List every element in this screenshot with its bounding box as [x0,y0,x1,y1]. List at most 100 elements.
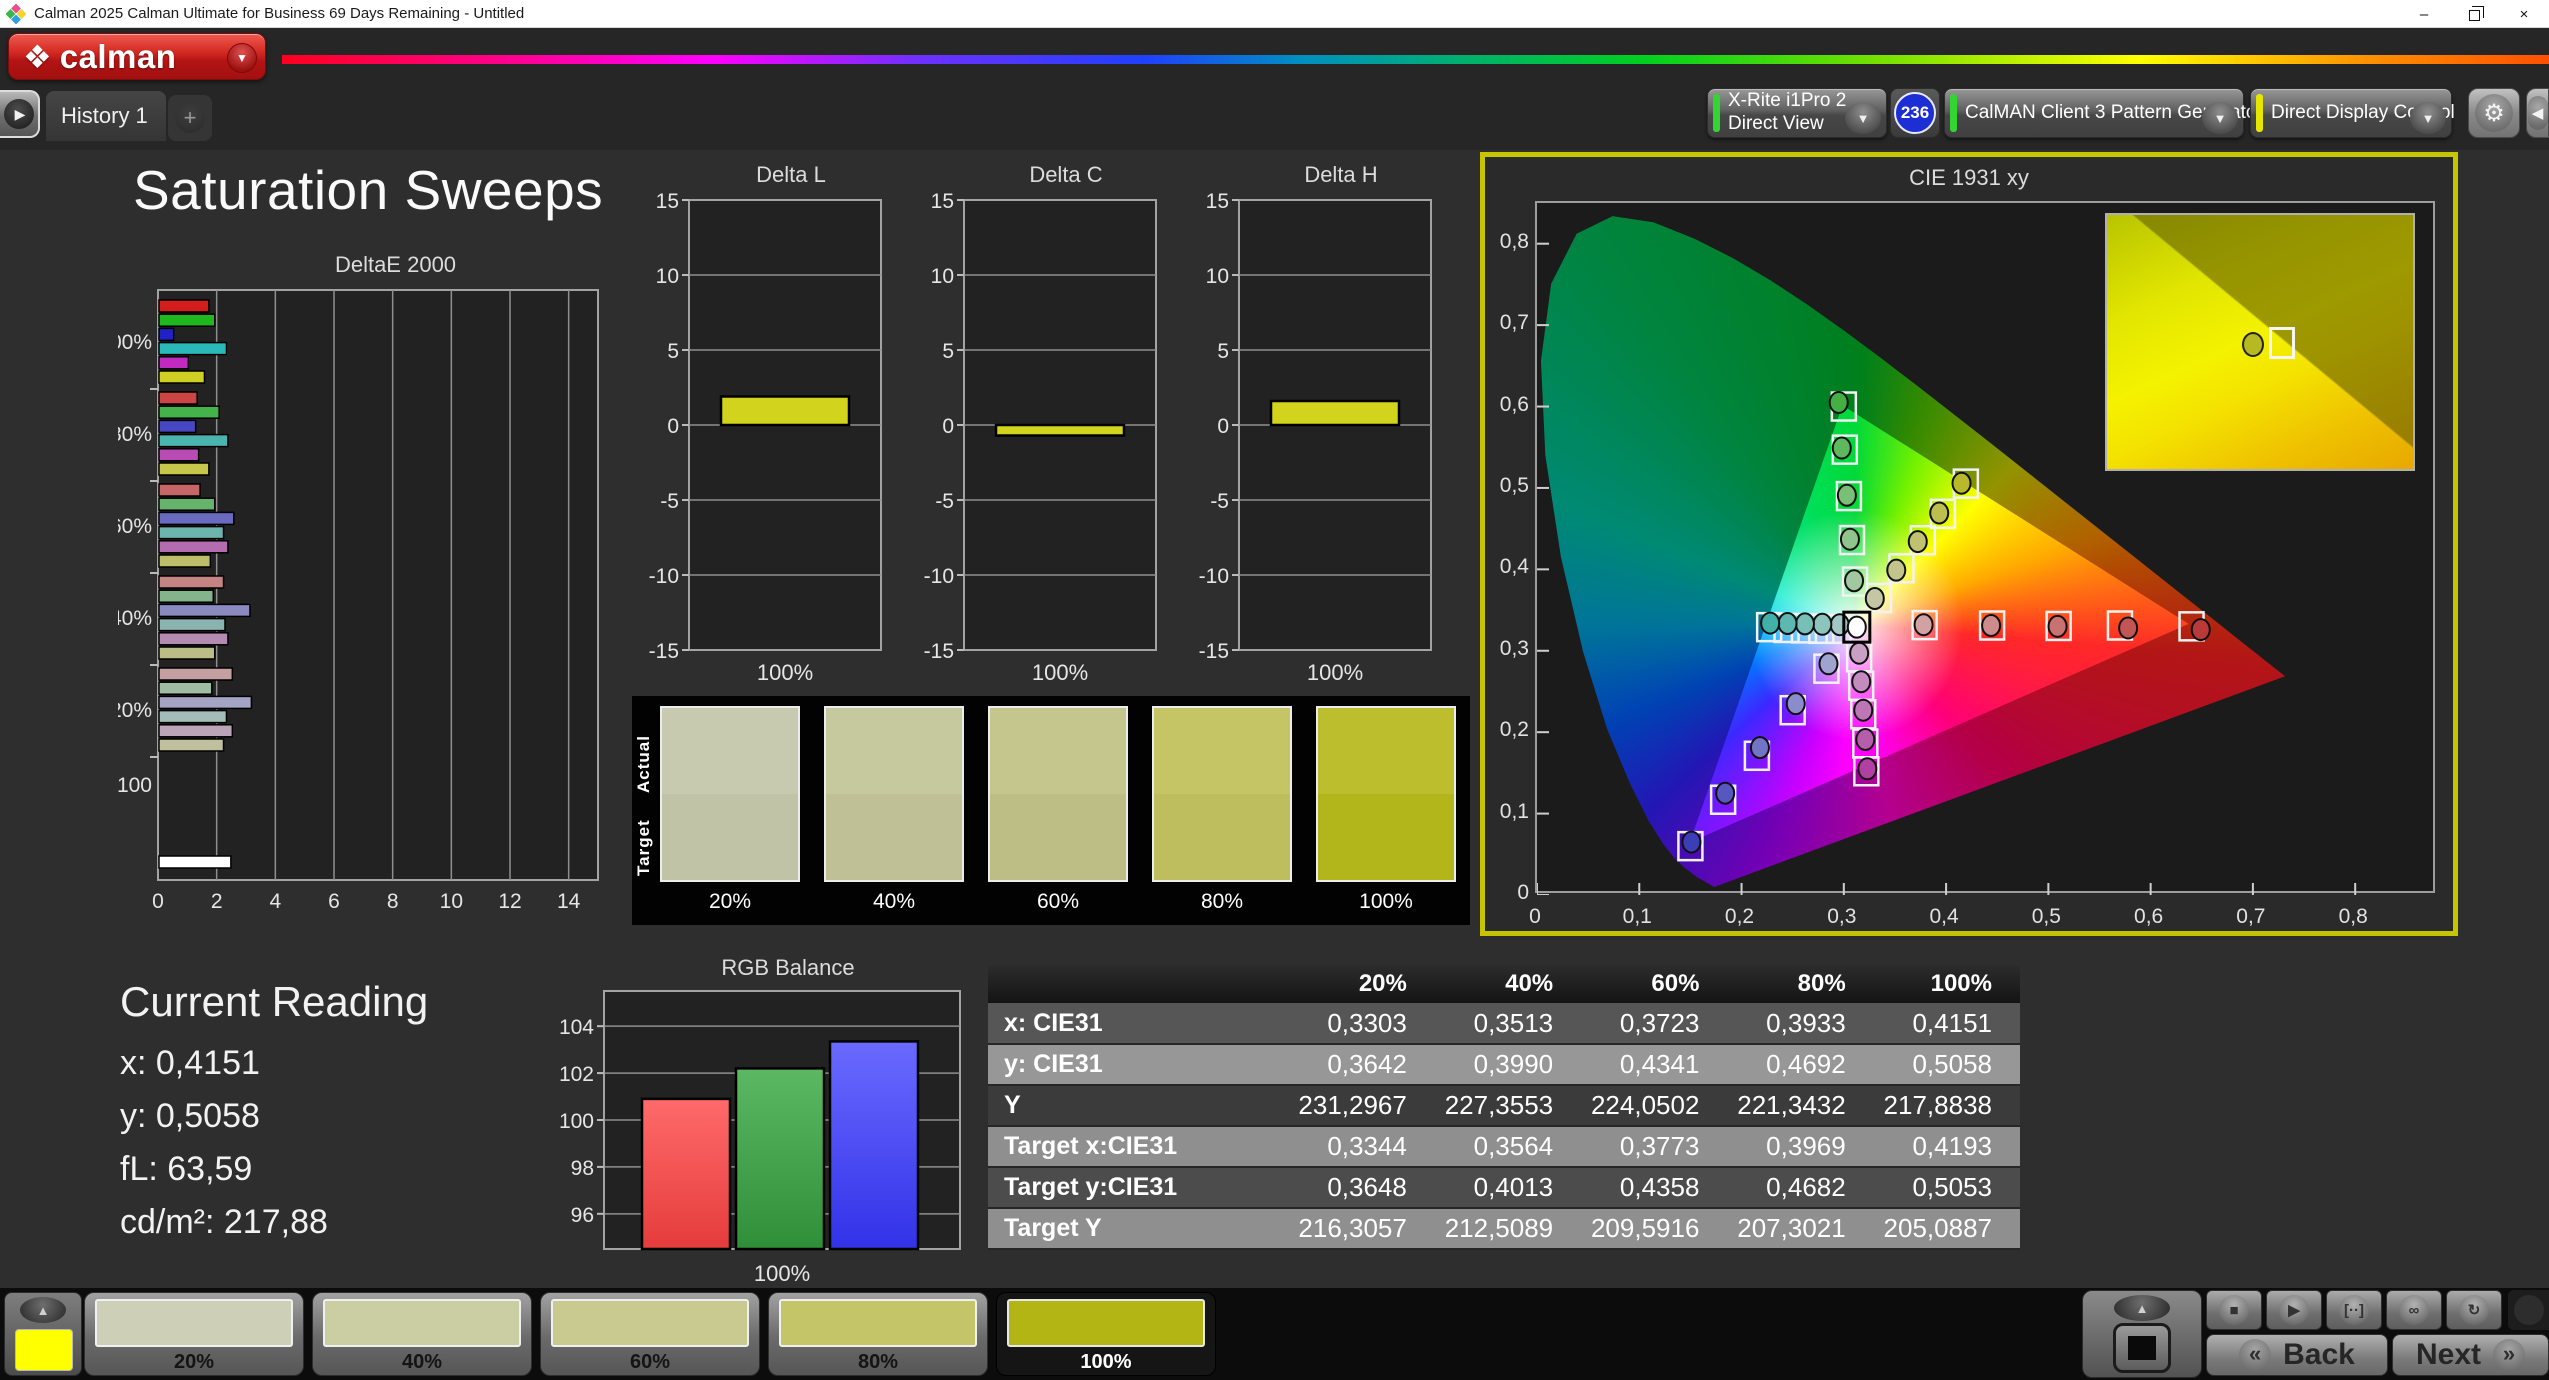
tab-history-1[interactable]: History 1 [46,91,166,141]
table-cell: 224,0502 [1590,1090,1700,1120]
pattern-button-100%[interactable]: 100% [996,1292,1216,1376]
cie-x-tick-label: 0 [1529,905,1541,928]
actual-swatch [1154,708,1290,794]
svg-text:6: 6 [328,890,340,913]
actual-swatch [826,708,962,794]
rgb-balance-chart: RGB Balance 104 102 100 98 96 100% [540,955,972,1295]
table-cell: 216,3057 [1298,1213,1407,1243]
swatch-level-label: 80% [1200,890,1244,913]
collapse-arrow-icon: ◀ [2527,96,2548,130]
swatch-level-label: 60% [1036,890,1080,913]
pattern-source-dropdown[interactable]: CalMAN Client 3 Pattern Generator ▼ [1944,88,2263,138]
back-button[interactable]: « Back [2206,1334,2388,1376]
pattern-button-20%[interactable]: 20% [84,1292,304,1376]
cie-x-tick-label: 0,6 [2134,905,2164,928]
delta-l-title: Delta L [756,162,826,187]
table-cell: 0,4358 [1619,1172,1700,1202]
pattern-swatch [323,1299,521,1347]
swatch-level-label: 20% [708,890,752,913]
table-row: Y 231,2967 227,3553 224,0502 221,3432 217,883… [988,1085,2020,1126]
pattern-label: 40% [401,1351,443,1373]
svg-text:100%: 100% [118,331,152,354]
table-corner-cell [988,965,1289,1003]
cie-x-tick-label: 0,8 [2338,905,2368,928]
settings-button[interactable]: ⚙ [2468,88,2520,138]
rainbow-spectrum-bar [282,55,2549,64]
table-cell: 0,3969 [1766,1131,1846,1161]
add-tab-button[interactable]: + [168,95,212,141]
svg-text:98: 98 [571,1157,594,1180]
svg-text:10: 10 [656,265,679,288]
display-control-dropdown[interactable]: Direct Display Control ▼ [2250,88,2455,138]
reading-x: x: 0,4151 [120,1044,260,1082]
svg-text:-5: -5 [935,490,954,513]
refresh-button[interactable]: ↻ [2446,1290,2502,1330]
table-row: Target Y 216,3057 212,5089 209,5916 207,3021… [988,1208,2020,1249]
collapse-panel-button[interactable]: ◀ [2526,88,2549,138]
pattern-swatch [779,1299,977,1347]
swatch-column-40% [824,706,964,882]
row-label: Target x:CIE31 [1004,1132,1178,1160]
minimize-button[interactable]: – [2399,0,2449,28]
svg-text:100%: 100% [1307,660,1363,680]
meter-reading-badge-button[interactable]: 236 [1890,88,1940,138]
delta-l-plot: 15 10 5 0 -5 -10 -15 100% [649,190,882,680]
pattern-source-chevron-icon: ▼ [2202,102,2238,134]
table-cell: 217,8838 [1883,1090,1992,1120]
table-cell: 221,3432 [1737,1090,1846,1120]
svg-text:10: 10 [931,265,954,288]
table-col-header: 80% [1727,965,1874,1003]
table-row: y: CIE31 0,3642 0,3990 0,4341 0,4692 0,5058 [988,1044,2020,1085]
stop-button[interactable]: ■ [2206,1290,2262,1330]
close-button[interactable]: × [2499,0,2549,28]
table-cell: 0,3933 [1766,1007,1846,1038]
display-control-accent [2256,94,2263,132]
pattern-preview-swatch [15,1329,73,1371]
table-cell: 0,4151 [1912,1007,1992,1038]
svg-text:0: 0 [942,415,954,438]
pattern-button-80%[interactable]: 80% [768,1292,988,1376]
pattern-window-toggle[interactable] [2113,1323,2171,1373]
svg-text:-15: -15 [1199,640,1229,663]
svg-text:-15: -15 [924,640,954,663]
continuous-measure-icon: ∞ [2399,1295,2429,1325]
meter-dropdown[interactable]: X-Rite i1Pro 2 Direct View ▼ [1707,88,1887,138]
delta-h-chart: Delta H 15 10 5 0 -5 -10 -15 100% [1195,162,1443,682]
play-button[interactable]: ▶ [2266,1290,2322,1330]
target-swatch [1318,794,1454,880]
restore-button[interactable] [2449,0,2499,28]
brand-chevron-icon[interactable]: ▼ [227,43,257,73]
pattern-nav-panel[interactable]: ▲ [4,1292,82,1376]
pattern-label: 20% [173,1351,215,1373]
continuous-measure-button[interactable]: ∞ [2386,1290,2442,1330]
table-col-header: 20% [1288,965,1435,1003]
svg-text:5: 5 [942,340,954,363]
gear-icon: ⚙ [2475,94,2513,132]
cie-x-tick-label: 0,3 [1827,905,1857,928]
svg-text:40%: 40% [118,607,152,630]
reading-fl: fL: 63,59 [120,1150,253,1188]
deltae-chart-title: DeltaE 2000 [334,252,457,277]
workflow-flyout-button[interactable]: ▶ [0,90,40,138]
table-cell: 0,3513 [1473,1007,1554,1038]
measure-series-button[interactable]: [··] [2326,1290,2382,1330]
pattern-button-60%[interactable]: 60% [540,1292,760,1376]
calman-menu-button[interactable]: ❖ calman ▼ [8,33,266,80]
next-button-label: Next [2415,1338,2482,1371]
disabled-transport-button [2508,1290,2549,1330]
svg-text:0: 0 [667,415,679,438]
table-cell: 227,3553 [1444,1090,1554,1120]
cie-zoom-inset [2105,213,2415,471]
pattern-window-up-arrow-icon[interactable]: ▲ [2114,1295,2170,1321]
inset-target-square [2269,326,2296,359]
pattern-label: 60% [629,1351,671,1373]
pattern-button-40%[interactable]: 40% [312,1292,532,1376]
actual-swatch [662,708,798,794]
next-button[interactable]: Next » [2392,1334,2549,1376]
pattern-up-arrow-icon[interactable]: ▲ [20,1297,66,1323]
pattern-window-panel[interactable]: ▲ [2082,1290,2202,1378]
disabled-circle-icon [2513,1295,2544,1325]
svg-text:-15: -15 [649,640,679,663]
svg-text:10: 10 [440,890,463,913]
delta-c-chart: Delta C 15 10 5 0 -5 -10 -15 100% [920,162,1168,682]
